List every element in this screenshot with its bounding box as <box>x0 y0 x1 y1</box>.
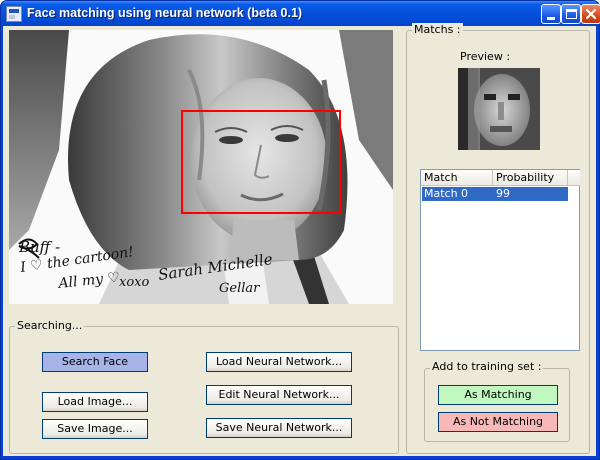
matches-legend: Matchs : <box>412 23 463 36</box>
as-not-matching-button[interactable]: As Not Matching <box>438 412 558 432</box>
maximize-button[interactable] <box>561 4 581 24</box>
match-name: Match 0 <box>424 187 469 200</box>
title-bar[interactable]: Face matching using neural network (beta… <box>1 1 600 27</box>
column-header-filler <box>568 170 580 186</box>
as-matching-button[interactable]: As Matching <box>438 385 558 405</box>
app-icon <box>6 6 22 22</box>
preview-label: Preview : <box>460 50 511 63</box>
signature-line-1: Buff - <box>18 238 60 256</box>
edit-network-button[interactable]: Edit Neural Network... <box>206 385 352 405</box>
column-header-probability[interactable]: Probability <box>493 170 568 186</box>
close-icon <box>585 8 597 20</box>
detected-face-box <box>181 110 341 214</box>
save-network-button[interactable]: Save Neural Network... <box>206 418 352 438</box>
minimize-button[interactable] <box>541 4 561 24</box>
preview-face-image <box>458 68 540 150</box>
minimize-icon <box>547 17 555 20</box>
window-title: Face matching using neural network (beta… <box>27 6 303 20</box>
face-preview <box>458 68 540 150</box>
column-header-match[interactable]: Match <box>421 170 493 186</box>
source-image[interactable]: Buff - I ♡ the cartoon! All my ♡ xoxo Sa… <box>9 30 393 304</box>
search-face-button[interactable]: Search Face <box>42 352 148 372</box>
match-probability: 99 <box>496 187 510 200</box>
save-image-button[interactable]: Save Image... <box>42 419 148 439</box>
signature-line-6: Gellar <box>219 281 260 296</box>
matches-list[interactable]: Match Probability Match 0 99 <box>420 169 580 351</box>
list-item[interactable]: Match 0 99 <box>422 187 568 201</box>
close-button[interactable] <box>581 4 600 24</box>
training-legend: Add to training set : <box>430 360 544 373</box>
load-network-button[interactable]: Load Neural Network... <box>206 352 352 372</box>
maximize-icon <box>566 9 577 19</box>
searching-legend: Searching... <box>15 319 85 332</box>
signature-line-4: xoxo <box>119 275 149 290</box>
load-image-button[interactable]: Load Image... <box>42 392 148 412</box>
